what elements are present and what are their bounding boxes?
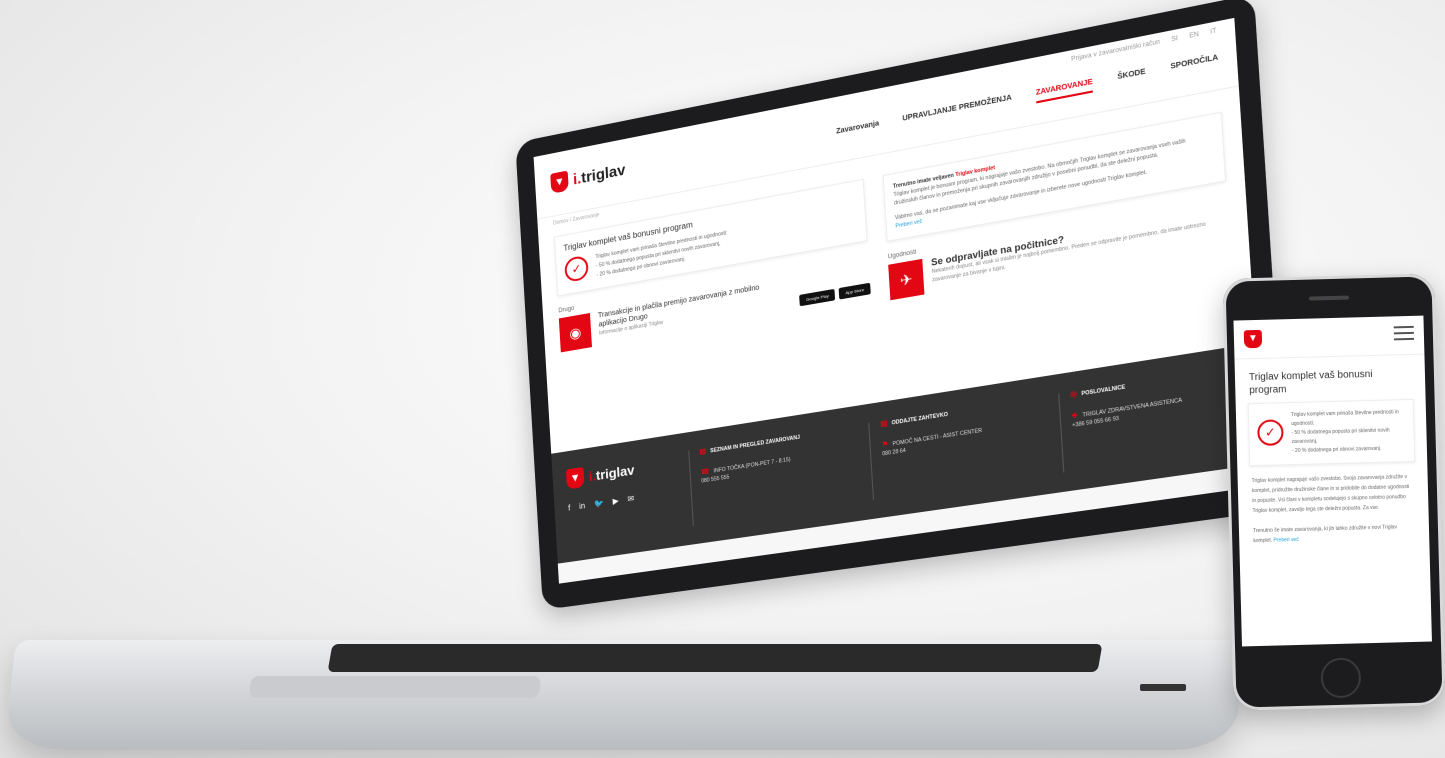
nav-item-zavarovanje-active[interactable]: ZAVAROVANJE	[1035, 78, 1094, 104]
triglav-logo-icon[interactable]: ▼	[1243, 329, 1263, 349]
footer-col-2: ▤ ODDAJTE ZAHTEVKO ⚑ POMOČ NA CESTI - ASIS…	[868, 395, 1048, 500]
laptop-lid: ▼ i.triglav Prijava v zavarovalniški rač…	[515, 0, 1288, 611]
checkmark-icon: ✓	[1257, 419, 1284, 446]
travel-icon: ✈	[888, 258, 925, 301]
document-icon: ▤	[699, 447, 707, 457]
lang-si[interactable]: SI	[1171, 36, 1178, 44]
login-link[interactable]: Prijava v zavarovalniški račun	[1071, 39, 1160, 63]
logo[interactable]: ▼ i.triglav	[550, 159, 626, 194]
mobile-header: ▼	[1233, 315, 1425, 360]
phone-speaker	[1308, 295, 1349, 301]
laptop-keyboard	[327, 644, 1103, 672]
logo-text: i.triglav	[572, 160, 626, 189]
mail-icon[interactable]: ✉	[627, 494, 634, 504]
phone-icon: ☎	[700, 468, 710, 477]
home-button[interactable]	[1320, 657, 1362, 699]
google-play-badge[interactable]: Google Play	[799, 288, 836, 307]
laptop-port	[1140, 684, 1186, 691]
footer-col-3: ◎ POSLOVALNICE ✚ TRIGLAV ZDRAVSTVENA ASIST…	[1057, 365, 1246, 473]
triglav-logo-icon: ▼	[565, 466, 585, 490]
nav-item-zavarovanja[interactable]: Zavarovanja	[836, 120, 880, 142]
youtube-icon[interactable]: ▶	[612, 496, 619, 506]
phone-device: ▼ Triglav komplet vaš bonusni program ✓ …	[1222, 273, 1445, 711]
nav-item-upravljanje[interactable]: UPRAVLJANJE PREMOŽENJA	[902, 94, 1012, 129]
footer-col-title[interactable]: ODDAJTE ZAHTEVKO	[891, 412, 948, 427]
footer-brand: ▼ i.triglav f in 🐦 ▶ ✉	[565, 453, 679, 544]
laptop-trackpad	[248, 676, 542, 698]
checkmark-icon: ✓	[564, 254, 589, 283]
lang-it[interactable]: IT	[1210, 28, 1217, 36]
mobile-app-icon: ◉	[558, 312, 592, 353]
footer-logo[interactable]: ▼ i.triglav	[565, 453, 676, 490]
footer-col-1: ▤ SEZNAM IN PREGLED ZAVAROVANJ ☎ INFO TOČK…	[688, 425, 859, 526]
benefit-item: - 20 % dodatnega pri obnovi zavarovanj.	[1291, 445, 1382, 455]
phone-screen: ▼ Triglav komplet vaš bonusni program ✓ …	[1233, 315, 1432, 647]
app-store-badge[interactable]: App Store	[838, 282, 871, 300]
footer-col-title[interactable]: POSLOVALNICE	[1081, 384, 1125, 397]
laptop-screen: ▼ i.triglav Prijava v zavarovalniški rač…	[533, 17, 1265, 584]
triglav-logo-icon: ▼	[550, 170, 569, 194]
location-icon: ◎	[1069, 390, 1078, 400]
footer-col-title[interactable]: SEZNAM IN PREGLED ZAVAROVANJ	[710, 434, 800, 454]
mobile-body: Triglav komplet nagrajuje vašo zvestobo.…	[1251, 474, 1410, 515]
footer-logo-text: i.triglav	[588, 461, 635, 484]
mobile-benefit-list: Triglav komplet vam prinaša številne pre…	[1291, 408, 1406, 456]
mobile-title: Triglav komplet vaš bonusni program	[1248, 368, 1373, 397]
social-links: f in 🐦 ▶ ✉	[568, 487, 677, 513]
car-icon: ⚑	[881, 440, 889, 450]
nav-item-sporocila[interactable]: SPOROČILA	[1170, 54, 1219, 77]
lang-en[interactable]: EN	[1189, 32, 1199, 40]
linkedin-icon[interactable]: in	[579, 501, 586, 511]
mobile-read-more-link[interactable]: Preberi več	[1273, 537, 1298, 544]
nav-item-skode[interactable]: ŠKODE	[1117, 68, 1146, 87]
mobile-body-2: Trenutno še imate zavarovanja, ki jih la…	[1252, 524, 1398, 545]
facebook-icon[interactable]: f	[568, 503, 571, 512]
mobile-komplet-card: ✓ Triglav komplet vam prinaša številne p…	[1247, 398, 1416, 467]
hamburger-menu-icon[interactable]	[1393, 325, 1415, 345]
claim-icon: ▤	[880, 419, 888, 429]
twitter-icon[interactable]: 🐦	[594, 498, 604, 509]
health-icon: ✚	[1071, 412, 1079, 421]
